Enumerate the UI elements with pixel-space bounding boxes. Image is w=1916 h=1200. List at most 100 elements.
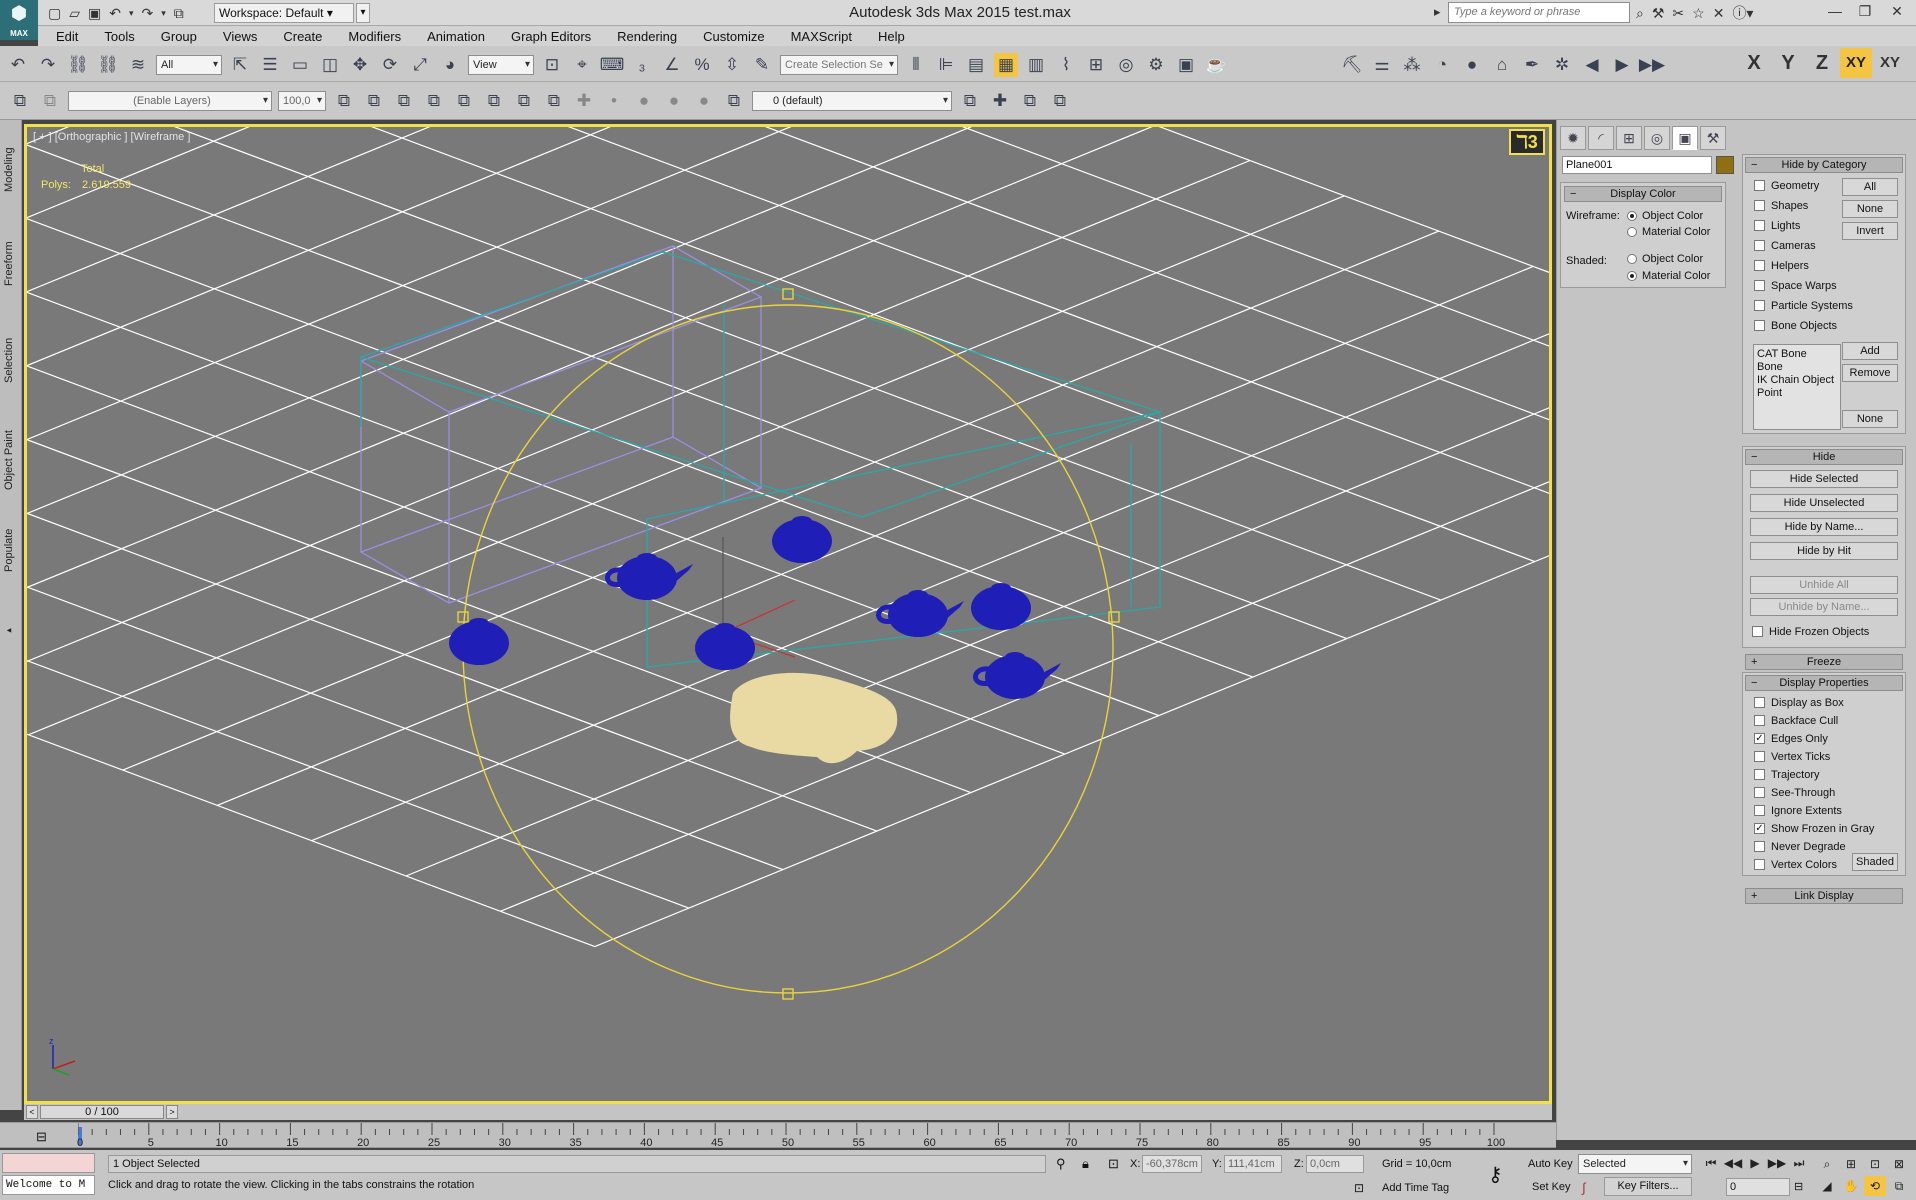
close-button[interactable]: ✕ <box>1880 0 1914 24</box>
layer-tool-2-icon[interactable]: ⧉ <box>362 89 386 113</box>
select-by-name-icon[interactable]: ☰ <box>258 53 282 77</box>
layer-tool-8-icon[interactable]: ⧉ <box>542 89 566 113</box>
ribbon-expand-icon[interactable]: ▸ <box>3 620 19 640</box>
sphere-gizmo[interactable] <box>457 288 1120 1000</box>
menu-group[interactable]: Group <box>148 29 210 44</box>
viewcube-icon[interactable]: ℸ3 <box>1509 129 1545 155</box>
toggle-scene-explorer-icon[interactable]: ▤ <box>964 53 988 77</box>
menu-graph-editors[interactable]: Graph Editors <box>498 29 604 44</box>
object-name-field[interactable]: Plane001 <box>1562 156 1712 174</box>
layer-tool-5-icon[interactable]: ⧉ <box>452 89 476 113</box>
layer-dot-3-icon[interactable]: ● <box>662 89 686 113</box>
display-property-checkbox[interactable] <box>1754 715 1765 726</box>
axis-xy-button[interactable]: XY <box>1840 48 1872 78</box>
category-checkbox[interactable] <box>1754 300 1765 311</box>
box-object-1[interactable] <box>359 245 763 604</box>
layer-dot-1-icon[interactable]: • <box>602 89 626 113</box>
teapot-object[interactable] <box>971 583 1031 630</box>
material-editor-icon[interactable]: ◎ <box>1114 53 1138 77</box>
pan-view-icon[interactable]: ✋ <box>1840 1176 1862 1196</box>
layer-tool-9-icon[interactable]: ✚ <box>572 89 596 113</box>
reference-coordinate-dropdown[interactable]: View <box>468 55 534 75</box>
zoom-all-icon[interactable]: ⊞ <box>1840 1154 1862 1174</box>
next-frame-icon[interactable]: ▶▶ <box>1766 1153 1788 1173</box>
display-color-title[interactable]: − Display Color <box>1564 186 1722 202</box>
list-item[interactable]: Bone <box>1757 361 1840 374</box>
y-coord-field[interactable]: 111,41cm <box>1224 1155 1282 1173</box>
search-arrow-icon[interactable]: ▸ <box>1434 4 1441 20</box>
hide-unselected-button[interactable]: Hide Unselected <box>1750 494 1898 512</box>
time-configuration-icon[interactable]: ⊟ <box>1794 1180 1803 1193</box>
subscription-icon[interactable]: ✂ <box>1672 5 1684 22</box>
motion-tab-icon[interactable]: ◎ <box>1644 126 1670 150</box>
layer-dot-2-icon[interactable]: ● <box>632 89 656 113</box>
select-in-layer-icon[interactable]: ⧉ <box>1018 89 1042 113</box>
hide-by-category-title[interactable]: − Hide by Category <box>1745 157 1903 173</box>
create-layer-icon[interactable]: ⧉ <box>958 89 982 113</box>
project-folder-icon[interactable]: ⧉ <box>174 5 184 22</box>
select-and-link-icon[interactable]: ⛓ <box>66 53 90 77</box>
teapot-group[interactable] <box>449 516 1061 699</box>
shaded-object-color-radio[interactable] <box>1627 254 1637 264</box>
select-and-scale-icon[interactable]: ⤢ <box>408 53 432 77</box>
absolute-mode-icon[interactable]: ⊡ <box>1108 1156 1119 1172</box>
time-slider-thumb[interactable]: 0 / 100 <box>40 1105 164 1119</box>
viewport-scene[interactable] <box>27 127 1549 1101</box>
menu-help[interactable]: Help <box>865 29 918 44</box>
wireframe-material-color-radio[interactable] <box>1627 227 1637 237</box>
category-add-button[interactable]: Add <box>1842 342 1898 360</box>
layer-tool-6-icon[interactable]: ⧉ <box>482 89 506 113</box>
unhide-by-name-button[interactable]: Unhide by Name... <box>1750 598 1898 616</box>
previous-frame-icon[interactable]: ◀◀ <box>1722 1153 1744 1173</box>
ribbon-tab-modeling[interactable]: Modeling <box>3 140 19 200</box>
teapot-object[interactable] <box>772 516 832 563</box>
viewport-label-menu[interactable]: [ + ] [Orthographic ] [Wireframe ] <box>33 131 190 143</box>
hide-selected-button[interactable]: Hide Selected <box>1750 470 1898 488</box>
ribbon-tab-freeform[interactable]: Freeform <box>3 234 19 294</box>
favorites-star-icon[interactable]: ☆ <box>1692 5 1705 22</box>
manipulate-icon[interactable]: ⌖ <box>570 53 594 77</box>
list-item[interactable]: CAT Bone <box>1757 348 1840 361</box>
layer-tool-1-icon[interactable]: ⧉ <box>332 89 356 113</box>
menu-animation[interactable]: Animation <box>414 29 498 44</box>
anim-next-icon[interactable]: ▶▶ <box>1639 53 1665 77</box>
menu-modifiers[interactable]: Modifiers <box>335 29 414 44</box>
layer-value-spinner[interactable]: 100,0 <box>278 91 326 111</box>
display-properties-title[interactable]: − Display Properties <box>1745 675 1903 691</box>
layer-tool-4-icon[interactable]: ⧉ <box>422 89 446 113</box>
category-remove-button[interactable]: Remove <box>1842 364 1898 382</box>
display-property-checkbox[interactable] <box>1754 805 1765 816</box>
search-input[interactable]: Type a keyword or phrase <box>1448 2 1630 23</box>
create-tab-icon[interactable]: ✹ <box>1560 126 1586 150</box>
maximize-viewport-icon[interactable]: ⧉ <box>1888 1176 1910 1196</box>
zoom-extents-icon[interactable]: ⊡ <box>1864 1154 1886 1174</box>
render-setup-icon[interactable]: ⚙ <box>1144 53 1168 77</box>
key-mode-dropdown[interactable]: Selected <box>1578 1154 1692 1174</box>
teapot-object[interactable] <box>695 623 755 670</box>
category-checkbox[interactable] <box>1754 280 1765 291</box>
link-display-rollout-title[interactable]: + Link Display <box>1745 888 1903 904</box>
named-selection-set-dropdown[interactable]: Create Selection Se <box>780 55 898 75</box>
mirror-icon[interactable]: ⫴ <box>904 53 928 77</box>
display-property-checkbox[interactable]: ✓ <box>1754 823 1765 834</box>
axis-y-button[interactable]: Y <box>1772 48 1804 78</box>
new-file-icon[interactable]: ▢ <box>48 5 61 22</box>
category-checkbox[interactable] <box>1754 200 1765 211</box>
menu-maxscript[interactable]: MAXScript <box>778 29 865 44</box>
category-checkbox[interactable] <box>1754 180 1765 191</box>
open-file-icon[interactable]: ▱ <box>69 5 80 22</box>
window-crossing-icon[interactable]: ◫ <box>318 53 342 77</box>
current-layer-dropdown[interactable]: 0 (default) <box>752 91 952 111</box>
track-bar[interactable]: ⊟ 0 5 10 15 20 25 30 35 40 45 50 55 60 65 70 75 80 85 90 95… <box>0 1122 1556 1149</box>
container-icon[interactable]: ◔ <box>1430 53 1454 77</box>
app-logo-button[interactable]: ⬢ MAX <box>0 0 38 40</box>
menu-customize[interactable]: Customize <box>690 29 777 44</box>
selection-filter-dropdown[interactable]: All <box>156 55 222 75</box>
utilities-tab-icon[interactable]: ⚒ <box>1700 126 1726 150</box>
maxscript-listener-input[interactable] <box>2 1153 95 1173</box>
undo-icon[interactable]: ↶ <box>109 5 121 22</box>
ribbon-tab-selection[interactable]: Selection <box>3 330 19 390</box>
field-of-view-icon[interactable]: ◢ <box>1816 1176 1838 1196</box>
teapot-object[interactable] <box>876 590 965 637</box>
category-list-none-button[interactable]: None <box>1842 410 1898 428</box>
